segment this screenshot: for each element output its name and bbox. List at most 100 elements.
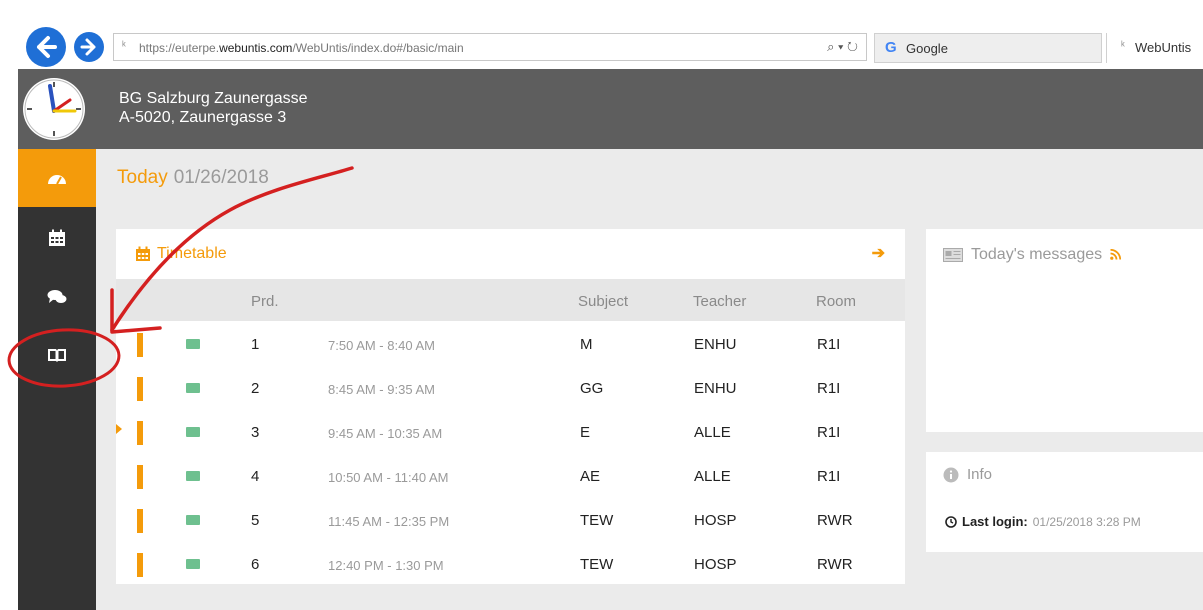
table-row[interactable]: 5 11:45 AM - 12:35 PM TEW HOSP RWR <box>116 499 905 543</box>
lesson-indicator-icon <box>186 427 200 437</box>
screenshot: ᵏ https://euterpe.webuntis.com/WebUntis/… <box>0 0 1203 610</box>
address-bar[interactable]: ᵏ https://euterpe.webuntis.com/WebUntis/… <box>113 33 867 61</box>
arrow-right-icon[interactable]: ➔ <box>872 243 885 263</box>
cell-room: R1I <box>817 424 841 441</box>
today-label: Today <box>117 167 168 188</box>
search-refresh-icons[interactable]: ⌕ ▾ ↻ <box>827 39 858 55</box>
arrow-right-icon <box>80 38 96 56</box>
cell-time: 7:50 AM - 8:40 AM <box>328 338 435 353</box>
column-header-teacher: Teacher <box>693 293 747 310</box>
cell-time: 11:45 AM - 12:35 PM <box>328 514 450 529</box>
main-content: Today 01/26/2018 Timetable ➔ Prd. Subject… <box>96 149 1203 610</box>
cell-room: RWR <box>817 556 853 573</box>
today-date: 01/26/2018 <box>173 167 269 188</box>
calendar-icon <box>49 229 65 246</box>
period-status-bar <box>137 421 143 445</box>
lesson-indicator-icon <box>186 515 200 525</box>
period-status-bar <box>137 333 143 357</box>
sidebar-item-classbook[interactable] <box>18 326 96 384</box>
cell-teacher: ENHU <box>694 336 737 353</box>
tab-label: WebUntis <box>1135 40 1192 55</box>
sidebar-item-calendar[interactable] <box>18 209 96 267</box>
table-row[interactable]: 6 12:40 PM - 1:30 PM TEW HOSP RWR <box>116 543 905 587</box>
cell-subject: E <box>580 424 591 441</box>
table-row[interactable]: 4 10:50 AM - 11:40 AM AE ALLE R1I <box>116 455 905 499</box>
browser-forward-button[interactable] <box>74 32 104 62</box>
site-favicon-icon: ᵏ <box>122 40 126 52</box>
lesson-indicator-icon <box>186 383 200 393</box>
clock-logo-icon[interactable] <box>23 78 85 140</box>
sidebar <box>18 149 96 610</box>
info-card: Info Last login: 01/25/2018 3:28 PM <box>926 452 1203 552</box>
cell-time: 10:50 AM - 11:40 AM <box>328 470 449 485</box>
cell-period: 6 <box>251 556 260 573</box>
last-login: Last login: 01/25/2018 3:28 PM <box>945 514 1141 529</box>
today-heading: Today 01/26/2018 <box>117 167 269 189</box>
tab-label: Google <box>906 41 948 56</box>
last-login-value: 01/25/2018 3:28 PM <box>1032 514 1141 529</box>
app-header: BG Salzburg Zaunergasse A-5020, Zaunerga… <box>18 69 1203 149</box>
todays-messages-card: Today's messages <box>926 229 1203 432</box>
cell-teacher: HOSP <box>694 556 737 573</box>
school-name: BG Salzburg Zaunergasse <box>119 90 308 107</box>
cell-subject: TEW <box>580 556 614 573</box>
arrow-left-icon <box>37 36 57 58</box>
lesson-indicator-icon <box>186 339 200 349</box>
rss-icon[interactable] <box>1110 248 1122 263</box>
table-row[interactable]: 2 8:45 AM - 9:35 AM GG ENHU R1I <box>116 367 905 411</box>
clock-icon <box>945 515 957 528</box>
cell-subject: GG <box>580 380 604 397</box>
cell-period: 1 <box>251 336 260 353</box>
cell-subject: TEW <box>580 512 614 529</box>
cell-period: 3 <box>251 424 260 441</box>
info-title: Info <box>943 466 992 483</box>
school-address: A-5020, Zaunergasse 3 <box>119 109 287 126</box>
timetable-card: Timetable ➔ Prd. Subject Teacher Room 1 7… <box>116 229 905 584</box>
cell-teacher: ALLE <box>694 468 731 485</box>
sidebar-item-dashboard[interactable] <box>18 149 96 207</box>
table-row[interactable]: 1 7:50 AM - 8:40 AM M ENHU R1I <box>116 323 905 367</box>
cell-room: R1I <box>817 336 841 353</box>
address-bar-url[interactable]: https://euterpe.webuntis.com/WebUntis/in… <box>139 41 464 55</box>
google-icon: G <box>885 39 897 56</box>
column-header-room: Room <box>816 293 857 310</box>
cell-room: R1I <box>817 468 841 485</box>
calendar-icon <box>136 246 150 261</box>
current-period-marker-icon <box>116 424 122 434</box>
info-icon <box>943 467 959 482</box>
browser-tab-google[interactable]: G Google <box>874 33 1102 63</box>
book-icon <box>48 349 66 362</box>
lesson-indicator-icon <box>186 559 200 569</box>
site-favicon-icon: ᵏ <box>1121 40 1125 52</box>
cell-subject: AE <box>580 468 601 485</box>
last-login-label: Last login: <box>962 514 1028 529</box>
sidebar-item-messages[interactable] <box>18 268 96 326</box>
browser-back-button[interactable] <box>26 27 66 67</box>
cell-teacher: HOSP <box>694 512 737 529</box>
lesson-indicator-icon <box>186 471 200 481</box>
cell-room: RWR <box>817 512 853 529</box>
cell-period: 5 <box>251 512 260 529</box>
chat-icon <box>47 290 67 303</box>
period-status-bar <box>137 465 143 489</box>
cell-period: 4 <box>251 468 260 485</box>
todays-messages-label: Today's messages <box>971 246 1103 263</box>
cell-teacher: ALLE <box>694 424 731 441</box>
timetable-title[interactable]: Timetable <box>135 245 227 263</box>
timetable-title-label: Timetable <box>157 245 227 262</box>
period-status-bar <box>137 553 143 577</box>
cell-teacher: ENHU <box>694 380 737 397</box>
timetable-header-row: Prd. Subject Teacher Room <box>116 279 905 321</box>
cell-time: 8:45 AM - 9:35 AM <box>328 382 435 397</box>
dashboard-icon <box>48 175 66 185</box>
period-status-bar <box>137 509 143 533</box>
cell-period: 2 <box>251 380 260 397</box>
table-row[interactable]: 3 9:45 AM - 10:35 AM E ALLE R1I <box>116 411 905 455</box>
browser-tab-webuntis[interactable]: ᵏ WebUntis <box>1106 33 1203 63</box>
cell-time: 12:40 PM - 1:30 PM <box>328 558 444 573</box>
info-title-label: Info <box>967 466 993 483</box>
cell-time: 9:45 AM - 10:35 AM <box>328 426 443 441</box>
newspaper-icon <box>943 248 963 262</box>
column-header-subject: Subject <box>578 293 629 310</box>
period-status-bar <box>137 377 143 401</box>
